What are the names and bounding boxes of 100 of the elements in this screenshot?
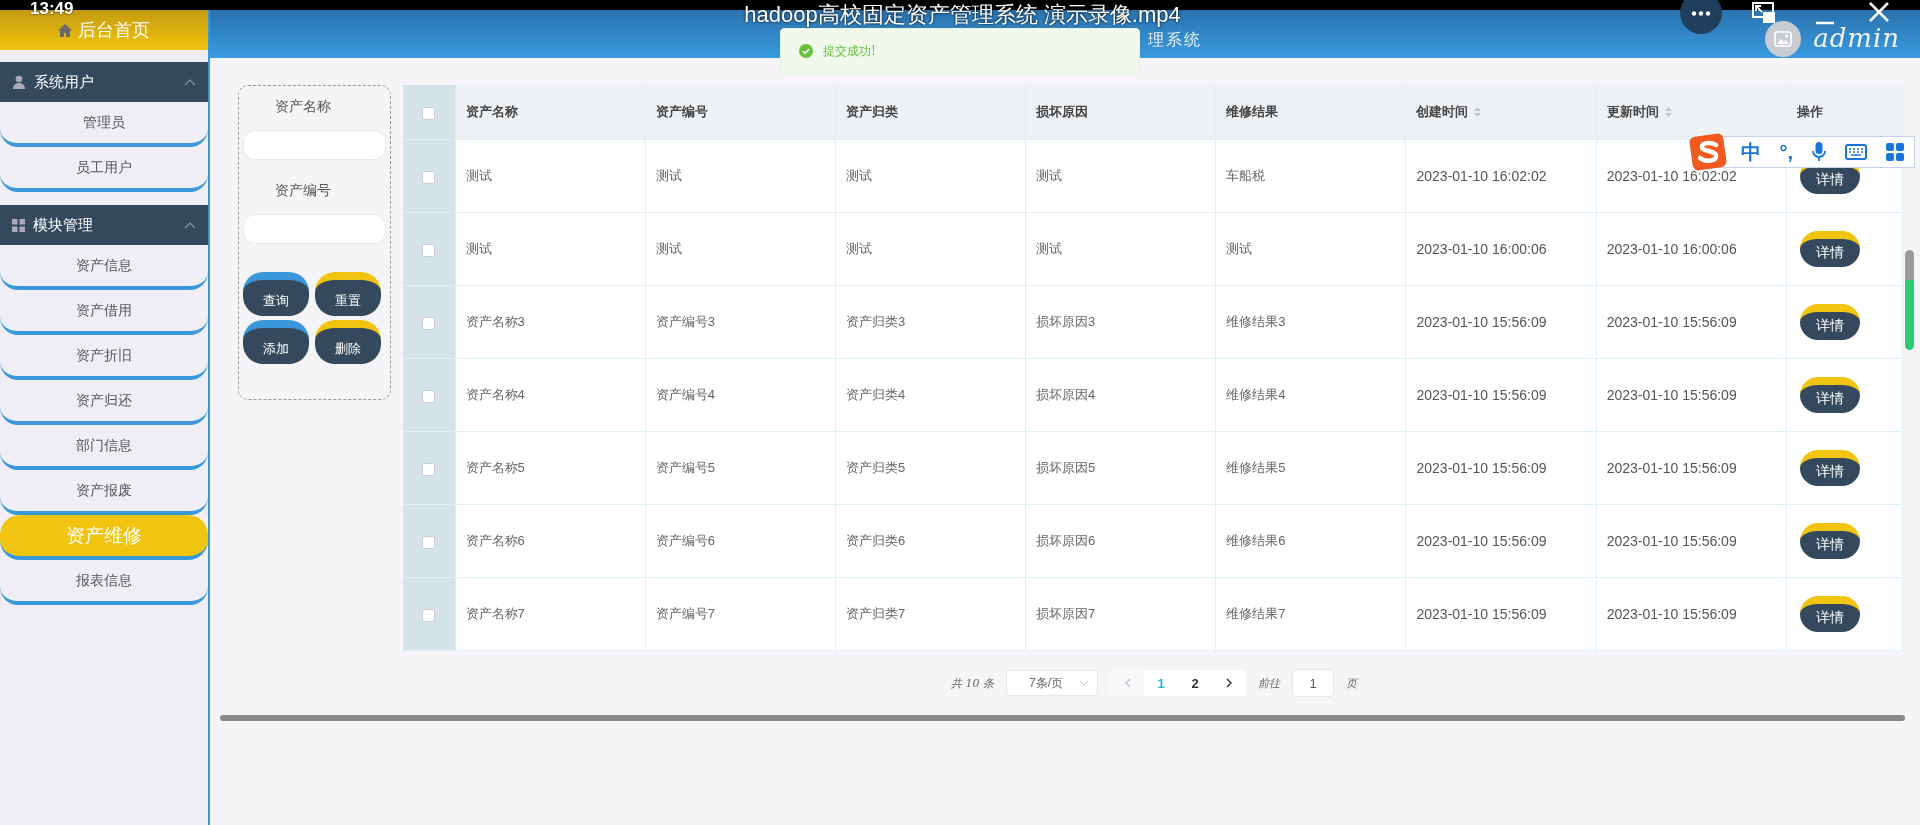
column-header[interactable]: 创建时间 (1406, 85, 1597, 140)
row-checkbox[interactable] (422, 462, 436, 476)
table-cell: 资产归类6 (835, 504, 1026, 578)
vertical-scrollbar[interactable] (1905, 250, 1914, 350)
action-button[interactable]: 添加 (243, 320, 309, 364)
sort-icon[interactable] (1474, 107, 1482, 117)
sidebar-section-header[interactable]: 模块管理 (0, 205, 208, 245)
check-icon (799, 44, 813, 58)
table-cell: 维修结果4 (1215, 358, 1406, 432)
table-cell: 维修结果5 (1215, 431, 1406, 505)
video-title: hadoop高校固定资产管理系统 演示录像.mp4 (744, 1, 1181, 29)
table-cell: 资产编号4 (645, 358, 836, 432)
table-cell: 损坏原因3 (1025, 285, 1216, 359)
page-input[interactable]: 1 (1292, 669, 1334, 697)
column-header: 资产归类 (835, 85, 1026, 140)
table-cell: 测试 (1215, 212, 1406, 286)
horizontal-scrollbar[interactable] (220, 715, 1905, 721)
sidebar-item[interactable]: 资产折旧 (0, 335, 208, 380)
next-page-button[interactable] (1212, 670, 1246, 696)
table-cell: 资产名称7 (455, 577, 646, 651)
table-cell: 2023-01-10 16:02:02 (1406, 139, 1597, 213)
section-title: 系统用户 (34, 72, 95, 92)
field-label: 资产名称 (274, 98, 332, 116)
table-cell: 资产编号3 (645, 285, 836, 359)
grid-icon[interactable] (1886, 143, 1905, 161)
row-checkbox[interactable] (422, 170, 436, 184)
close-icon[interactable] (1867, 0, 1891, 24)
column-header[interactable]: 更新时间 (1596, 85, 1787, 140)
field-label: 资产编号 (274, 182, 332, 200)
table-cell: 2023-01-10 15:56:09 (1406, 431, 1597, 505)
details-button[interactable]: 详情 (1799, 596, 1860, 632)
table-cell: 测试 (645, 139, 836, 213)
table-cell: 资产归类7 (835, 577, 1026, 651)
page-suffix: 页 (1346, 675, 1357, 691)
row-checkbox[interactable] (422, 535, 436, 549)
row-checkbox[interactable] (422, 389, 436, 403)
table-cell: 资产编号7 (645, 577, 836, 651)
home-label: 后台首页 (78, 19, 150, 42)
table-cell: 资产编号6 (645, 504, 836, 578)
table-cell: 测试 (1025, 212, 1216, 286)
details-button[interactable]: 详情 (1799, 523, 1860, 559)
table-cell: 资产归类4 (835, 358, 1026, 432)
sidebar-item[interactable]: 管理员 (0, 102, 208, 147)
details-button[interactable]: 详情 (1799, 304, 1860, 340)
row-checkbox[interactable] (422, 608, 436, 622)
home-icon (58, 23, 72, 37)
section-title: 模块管理 (33, 215, 94, 235)
table-cell: 测试 (835, 212, 1026, 286)
toast-message: 提交成功! (823, 42, 876, 60)
table-cell: 测试 (455, 212, 646, 286)
table-cell: 2023-01-10 15:56:09 (1406, 504, 1597, 578)
sidebar-item[interactable]: 资产借用 (0, 290, 208, 335)
table-cell: 2023-01-10 15:56:09 (1406, 577, 1597, 651)
picture-in-picture-icon[interactable] (1752, 2, 1776, 24)
image-icon (1774, 31, 1793, 47)
sidebar-item[interactable]: 部门信息 (0, 425, 208, 470)
page-button[interactable]: 2 (1178, 670, 1212, 696)
chevron-right-icon (1225, 678, 1233, 688)
table-cell: 资产归类3 (835, 285, 1026, 359)
details-button[interactable]: 详情 (1799, 450, 1860, 486)
table-cell: 资产编号5 (645, 431, 836, 505)
table-cell: 2023-01-10 15:56:09 (1596, 358, 1787, 432)
avatar[interactable] (1765, 21, 1802, 57)
table-cell: 测试 (455, 139, 646, 213)
table-cell: 2023-01-10 15:56:09 (1596, 577, 1787, 651)
row-checkbox[interactable] (422, 243, 436, 257)
table-cell: 2023-01-10 16:00:06 (1406, 212, 1597, 286)
table-cell: 测试 (835, 139, 1026, 213)
column-header: 损坏原因 (1025, 85, 1216, 140)
details-button[interactable]: 详情 (1799, 231, 1860, 267)
row-checkbox[interactable] (422, 316, 436, 330)
sidebar-section-header[interactable]: 系统用户 (0, 62, 208, 102)
chevron-left-icon (1123, 678, 1131, 688)
sidebar-item[interactable]: 资产信息 (0, 245, 208, 290)
user-icon (12, 75, 26, 89)
action-button[interactable]: 删除 (315, 320, 381, 364)
table-cell: 维修结果3 (1215, 285, 1406, 359)
sort-icon[interactable] (1664, 107, 1672, 117)
username: admin (1813, 23, 1900, 53)
table-cell: 资产名称5 (455, 431, 646, 505)
details-button[interactable]: 详情 (1799, 377, 1860, 413)
page-size-select[interactable]: 7条/页 (1006, 670, 1098, 696)
action-button[interactable]: 重置 (315, 272, 381, 316)
column-header: 资产编号 (645, 85, 836, 140)
goto-label: 前往 (1258, 675, 1280, 691)
table-cell: 测试 (645, 212, 836, 286)
microphone-icon[interactable] (1812, 142, 1827, 162)
sidebar-item[interactable]: 员工用户 (0, 147, 208, 192)
table-cell: 2023-01-10 15:56:09 (1406, 358, 1597, 432)
select-all-checkbox[interactable] (422, 106, 436, 120)
table-cell: 2023-01-10 15:56:09 (1596, 504, 1787, 578)
sidebar-item[interactable]: 资产归还 (0, 380, 208, 425)
keyboard-icon[interactable] (1845, 144, 1868, 160)
table-cell: 资产名称6 (455, 504, 646, 578)
table-cell: 资产名称4 (455, 358, 646, 432)
sidebar-item[interactable]: 报表信息 (0, 560, 208, 605)
language-toggle[interactable]: 中 (1740, 138, 1761, 166)
table-cell: 车船税 (1215, 139, 1406, 213)
action-button[interactable]: 查询 (243, 272, 309, 316)
table-cell: 维修结果7 (1215, 577, 1406, 651)
